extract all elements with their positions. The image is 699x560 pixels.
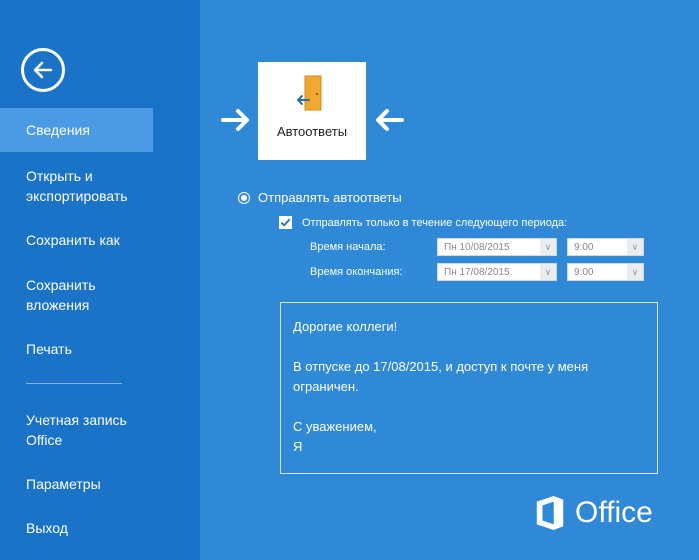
- send-autoreplies-radio[interactable]: [238, 191, 250, 204]
- start-time-label: Время начала:: [310, 241, 386, 253]
- message-line: Дорогие коллеги!: [293, 319, 398, 334]
- autoreply-tile-label: Автоответы: [276, 124, 348, 139]
- end-time-label: Время окончания:: [310, 266, 403, 278]
- send-autoreplies-label: Отправлять автоответы: [258, 190, 402, 205]
- message-line: С уважением,: [293, 419, 377, 434]
- sidebar-item-label: Сведения: [26, 122, 90, 138]
- sidebar-item-office-account[interactable]: Учетная запись Office: [0, 410, 150, 450]
- sidebar-item-exit[interactable]: Выход: [0, 518, 200, 538]
- autoreply-tile[interactable]: Автоответы: [258, 62, 366, 160]
- sidebar-item-label: Открыть и экспортировать: [26, 168, 128, 204]
- start-time-dropdown[interactable]: 9:00 ∨: [567, 238, 644, 256]
- end-time-dropdown[interactable]: 9:00 ∨: [567, 263, 644, 281]
- back-button[interactable]: [21, 48, 65, 92]
- chevron-down-icon[interactable]: ∨: [627, 239, 643, 255]
- end-time-value: 9:00: [574, 266, 594, 278]
- send-autoreplies-option[interactable]: Отправлять автоответы: [238, 190, 402, 205]
- start-time-value: 9:00: [574, 241, 594, 253]
- chevron-down-icon[interactable]: ∨: [627, 264, 643, 280]
- period-option[interactable]: Отправлять только в течение следующего п…: [279, 216, 567, 229]
- chevron-down-icon[interactable]: ∨: [540, 264, 556, 280]
- sidebar-divider: [26, 383, 122, 384]
- message-line: Я: [293, 439, 303, 454]
- start-date-value: Пн 10/08/2015: [444, 241, 510, 253]
- office-logo: Office: [533, 494, 653, 532]
- chevron-down-icon[interactable]: ∨: [540, 239, 556, 255]
- end-date-value: Пн 17/08/2015: [444, 266, 510, 278]
- message-line: [293, 397, 645, 417]
- autoreply-message-editor[interactable]: Дорогие коллеги! В отпуске до 17/08/2015…: [280, 302, 658, 474]
- sidebar-item-save-as[interactable]: Сохранить как: [0, 230, 200, 250]
- period-checkbox[interactable]: [279, 216, 292, 229]
- start-date-picker[interactable]: Пн 10/08/2015 ∨: [437, 238, 557, 256]
- message-line: [293, 337, 645, 357]
- sidebar-item-label: Сохранить вложения: [26, 277, 96, 313]
- sidebar-item-options[interactable]: Параметры: [0, 474, 200, 494]
- sidebar-item-print[interactable]: Печать: [0, 339, 200, 359]
- period-label: Отправлять только в течение следующего п…: [302, 216, 568, 229]
- office-logo-icon: [536, 496, 564, 530]
- sidebar-item-save-attachments[interactable]: Сохранить вложения: [0, 275, 130, 315]
- door-exit-icon: [295, 74, 329, 114]
- sidebar-item-label: Учетная запись Office: [26, 412, 127, 448]
- end-date-picker[interactable]: Пн 17/08/2015 ∨: [437, 263, 557, 281]
- arrow-left-icon: [376, 109, 404, 131]
- sidebar-item-label: Печать: [26, 341, 72, 357]
- backstage-sidebar: Сведения Открыть и экспортировать Сохран…: [0, 0, 200, 560]
- sidebar-item-label: Сохранить как: [26, 232, 120, 248]
- message-line: В отпуске до 17/08/2015, и доступ к почт…: [293, 359, 589, 394]
- arrow-right-icon: [221, 109, 249, 131]
- sidebar-item-info[interactable]: Сведения: [0, 108, 153, 152]
- sidebar-item-label: Параметры: [26, 476, 101, 492]
- sidebar-item-label: Выход: [26, 520, 68, 536]
- checkmark-icon: [280, 218, 291, 227]
- arrow-left-icon: [33, 61, 53, 79]
- sidebar-item-open-export[interactable]: Открыть и экспортировать: [0, 166, 170, 206]
- office-logo-text: Office: [575, 496, 653, 529]
